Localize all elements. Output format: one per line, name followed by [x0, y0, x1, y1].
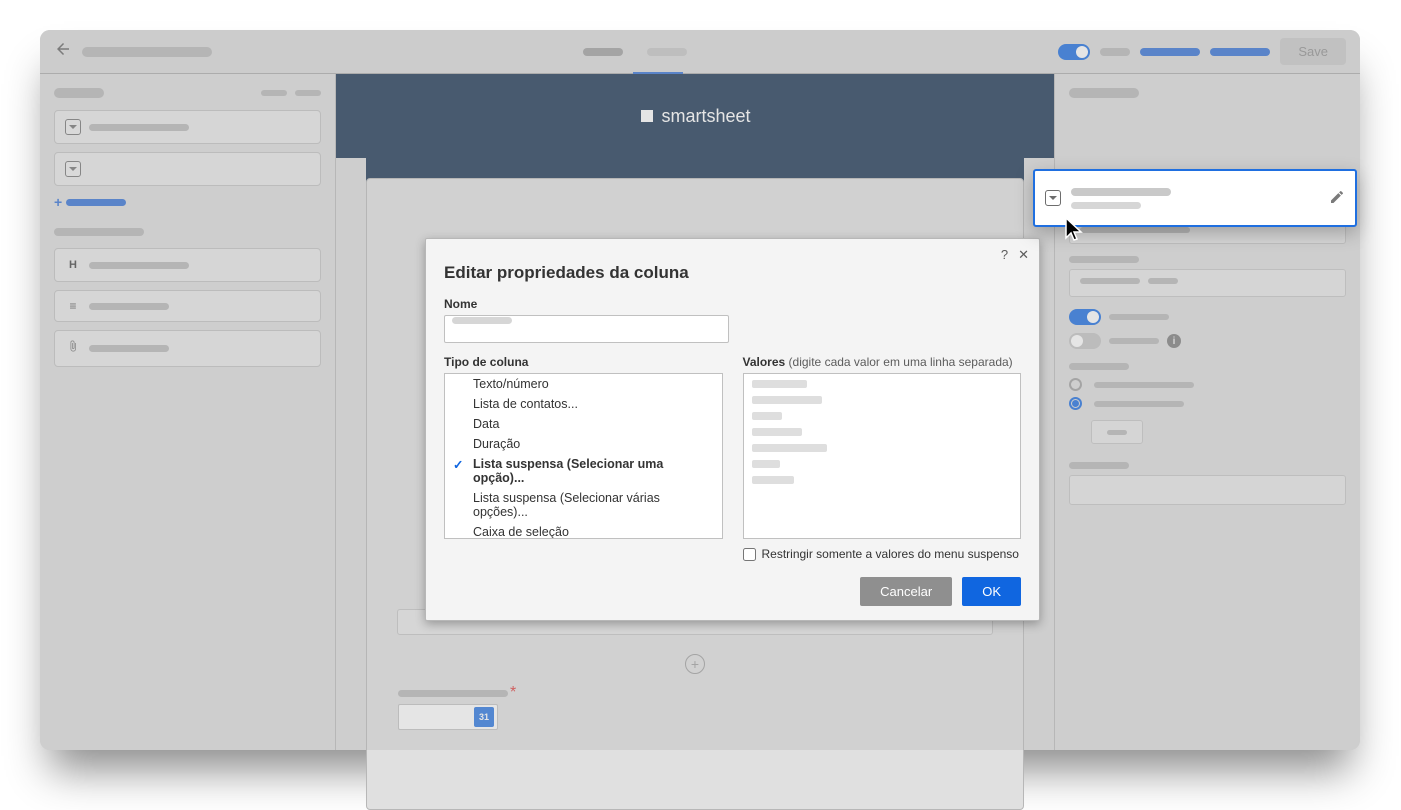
date-input[interactable]: 31 [398, 704, 498, 730]
pencil-icon[interactable] [1329, 189, 1345, 210]
brand-bar: smartsheet [336, 74, 1054, 158]
column-name-input[interactable] [444, 315, 729, 343]
left-subhead-ph [54, 228, 144, 236]
left-heading-ph [54, 88, 104, 98]
restrict-checkbox[interactable] [743, 548, 756, 561]
tab-2[interactable] [647, 48, 687, 56]
field-label-ph [89, 345, 169, 352]
toggle-label-ph [1109, 338, 1159, 344]
add-section-button[interactable]: + [685, 654, 705, 674]
cursor-icon [1064, 216, 1086, 247]
attachment-icon [65, 339, 81, 358]
values-textarea[interactable] [743, 373, 1022, 539]
dropdown-icon [65, 161, 81, 177]
left-panel: + H ≡ [40, 74, 336, 750]
info-icon[interactable]: i [1167, 334, 1181, 348]
restrict-checkbox-row[interactable]: Restringir somente a valores do menu sus… [743, 547, 1022, 561]
left-tab-a[interactable] [261, 90, 287, 96]
heading-icon: H [65, 257, 81, 273]
radio-row-2[interactable] [1069, 397, 1346, 410]
field-card-5[interactable] [54, 330, 321, 367]
stepper-value-ph [1107, 430, 1127, 435]
date-label-ph [398, 690, 508, 697]
ok-button[interactable]: OK [962, 577, 1021, 606]
values-label: Valores (digite cada valor em uma linha … [743, 355, 1022, 369]
column-type-option[interactable]: Texto/número [445, 374, 722, 394]
select-value-ph [1148, 278, 1178, 284]
top-toolbar: Save [40, 30, 1360, 74]
field-card-1[interactable] [54, 110, 321, 144]
back-arrow-icon[interactable] [54, 40, 72, 63]
toggle-label-ph [1109, 314, 1169, 320]
right-select-3[interactable] [1069, 475, 1346, 505]
app-frame: Save + [40, 30, 1360, 750]
field-card-2[interactable] [54, 152, 321, 186]
breadcrumb-placeholder [82, 47, 212, 57]
radio-label-ph [1094, 401, 1184, 407]
field-card-3[interactable]: H [54, 248, 321, 282]
top-toggle[interactable] [1058, 44, 1090, 60]
field-label-ph [89, 124, 189, 131]
restrict-label: Restringir somente a valores do menu sus… [762, 547, 1019, 561]
field-card-4[interactable]: ≡ [54, 290, 321, 322]
radio-row-1[interactable] [1069, 378, 1346, 391]
link-1[interactable] [1140, 48, 1200, 56]
column-type-option[interactable]: Caixa de seleção [445, 522, 722, 539]
right-label-4 [1069, 462, 1129, 469]
select-value-ph [1080, 278, 1140, 284]
column-type-option[interactable]: Data [445, 414, 722, 434]
help-icon[interactable]: ? [1001, 247, 1008, 263]
brand-text: smartsheet [661, 106, 750, 127]
required-asterisk: * [510, 684, 516, 702]
right-heading-ph [1069, 88, 1139, 98]
field-label-ph [89, 303, 169, 310]
top-tabs [222, 48, 1048, 56]
radio-icon [1069, 378, 1082, 391]
column-type-option[interactable]: Lista de contatos... [445, 394, 722, 414]
right-select-2[interactable] [1069, 269, 1346, 297]
name-label: Nome [444, 297, 1021, 311]
toggle-label-ph [1100, 48, 1130, 56]
field-label-ph [89, 262, 189, 269]
dropdown-icon [65, 119, 81, 135]
numeric-stepper[interactable] [1091, 420, 1143, 444]
field-title-ph [1071, 188, 1171, 196]
column-type-option[interactable]: Duração [445, 434, 722, 454]
divider-icon: ≡ [65, 299, 81, 313]
radio-label-ph [1094, 382, 1194, 388]
dialog-title: Editar propriedades da coluna [444, 263, 1021, 283]
coltype-label: Tipo de coluna [444, 355, 723, 369]
right-label-3 [1069, 363, 1129, 370]
field-sub-ph [1071, 202, 1141, 209]
close-icon[interactable]: ✕ [1018, 247, 1029, 263]
calendar-icon: 31 [474, 707, 494, 727]
cancel-button[interactable]: Cancelar [860, 577, 952, 606]
tab-1[interactable] [583, 48, 623, 56]
right-toggle-1[interactable] [1069, 309, 1101, 325]
smartsheet-logo-icon [639, 108, 655, 124]
column-type-option[interactable]: Lista suspensa (Selecionar várias opções… [445, 488, 722, 522]
select-value-ph [1080, 227, 1190, 233]
edit-column-properties-dialog: ? ✕ Editar propriedades da coluna Nome T… [425, 238, 1040, 621]
dropdown-icon [1045, 190, 1061, 206]
column-type-listbox[interactable]: Texto/númeroLista de contatos...DataDura… [444, 373, 723, 539]
right-toggle-2[interactable] [1069, 333, 1101, 349]
column-type-option[interactable]: Lista suspensa (Selecionar uma opção)... [445, 454, 722, 488]
link-2[interactable] [1210, 48, 1270, 56]
right-label-2 [1069, 256, 1139, 263]
save-button[interactable]: Save [1280, 38, 1346, 65]
radio-selected-icon [1069, 397, 1082, 410]
add-label-ph [66, 199, 126, 206]
plus-icon: + [54, 194, 62, 210]
left-tab-b[interactable] [295, 90, 321, 96]
add-field-link[interactable]: + [54, 194, 321, 210]
